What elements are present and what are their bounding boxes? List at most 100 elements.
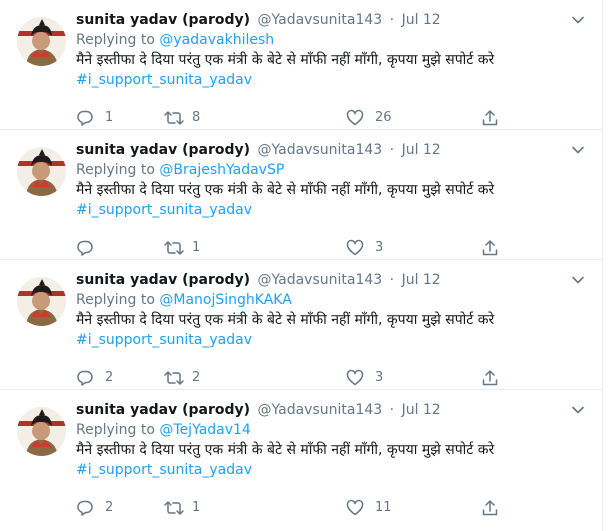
reply-icon [77, 110, 93, 126]
tweet[interactable]: sunita yadav (parody) @Yadavsunita143 · … [0, 260, 602, 390]
tweet[interactable]: sunita yadav (parody) @Yadavsunita143 · … [0, 0, 602, 130]
tweet-header: sunita yadav (parody) @Yadavsunita143 · … [76, 270, 592, 290]
replying-to-label: Replying to [76, 32, 160, 48]
replying-to: Replying to @ManojSinghKAKA [76, 290, 592, 310]
like-count: 26 [375, 110, 392, 125]
retweet-button[interactable]: 1 [163, 498, 243, 518]
retweet-count: 8 [192, 110, 201, 125]
share-button[interactable] [481, 368, 501, 388]
replying-to: Replying to @yadavakhilesh [76, 30, 592, 50]
like-button[interactable]: 26 [346, 108, 406, 128]
chevron-down-icon[interactable] [570, 402, 586, 418]
hashtag-link[interactable]: #i_support_sunita_yadav [76, 70, 592, 90]
user-handle[interactable]: @Yadavsunita143 [258, 12, 383, 28]
replying-to: Replying to @BrajeshYadavSP [76, 160, 592, 180]
retweet-count: 2 [192, 370, 201, 385]
user-handle[interactable]: @Yadavsunita143 [258, 142, 383, 158]
replying-to-user-link[interactable]: @BrajeshYadavSP [159, 162, 284, 178]
avatar[interactable] [17, 17, 66, 66]
reply-icon [77, 240, 93, 256]
avatar[interactable] [17, 277, 66, 326]
tweet-content: sunita yadav (parody) @Yadavsunita143 · … [76, 140, 592, 220]
display-name[interactable]: sunita yadav (parody) [76, 142, 250, 158]
tweet-content: sunita yadav (parody) @Yadavsunita143 · … [76, 270, 592, 350]
reply-count: 2 [105, 500, 114, 515]
retweet-button[interactable]: 8 [163, 108, 243, 128]
tweet-timestamp[interactable]: Jul 12 [402, 272, 441, 288]
like-count: 11 [375, 500, 392, 515]
heart-icon [346, 109, 364, 126]
tweet-feed: sunita yadav (parody) @Yadavsunita143 · … [0, 0, 603, 531]
reply-icon [77, 370, 93, 386]
tweet-text: मैने इस्तीफा दे दिया परंतु एक मंत्री के … [76, 52, 495, 68]
replying-to-label: Replying to [76, 292, 160, 308]
retweet-count: 1 [192, 500, 201, 515]
retweet-icon [164, 501, 184, 515]
tweet[interactable]: sunita yadav (parody) @Yadavsunita143 · … [0, 130, 602, 260]
user-handle[interactable]: @Yadavsunita143 [258, 402, 383, 418]
retweet-button[interactable]: 2 [163, 368, 243, 388]
display-name[interactable]: sunita yadav (parody) [76, 272, 250, 288]
tweet-text: मैने इस्तीफा दे दिया परंतु एक मंत्री के … [76, 182, 495, 198]
reply-button[interactable]: 2 [76, 368, 136, 388]
separator-dot: · [389, 142, 395, 158]
tweet-actions: 2 2 3 [76, 368, 506, 388]
tweet-header: sunita yadav (parody) @Yadavsunita143 · … [76, 400, 592, 420]
like-button[interactable]: 3 [346, 368, 406, 388]
tweet-actions: 1 8 26 [76, 108, 506, 128]
heart-icon [346, 369, 364, 386]
chevron-down-icon[interactable] [570, 12, 586, 28]
tweet-text: मैने इस्तीफा दे दिया परंतु एक मंत्री के … [76, 312, 495, 328]
avatar[interactable] [17, 407, 66, 456]
replying-to-label: Replying to [76, 422, 160, 438]
tweet-header: sunita yadav (parody) @Yadavsunita143 · … [76, 140, 592, 160]
like-count: 3 [375, 370, 384, 385]
share-icon [482, 370, 498, 386]
avatar[interactable] [17, 147, 66, 196]
like-button[interactable]: 3 [346, 238, 406, 258]
hashtag-link[interactable]: #i_support_sunita_yadav [76, 330, 592, 350]
separator-dot: · [389, 402, 395, 418]
retweet-icon [164, 111, 184, 125]
tweet-actions: 1 3 [76, 238, 506, 258]
tweet-header: sunita yadav (parody) @Yadavsunita143 · … [76, 10, 592, 30]
tweet-actions: 2 1 11 [76, 498, 506, 518]
like-count: 3 [375, 240, 384, 255]
like-button[interactable]: 11 [346, 498, 406, 518]
replying-to-user-link[interactable]: @yadavakhilesh [159, 32, 274, 48]
share-button[interactable] [481, 498, 501, 518]
heart-icon [346, 239, 364, 256]
avatar-photo [17, 277, 66, 326]
retweet-icon [164, 371, 184, 385]
user-handle[interactable]: @Yadavsunita143 [258, 272, 383, 288]
tweet-timestamp[interactable]: Jul 12 [402, 12, 441, 28]
reply-count: 1 [105, 110, 114, 125]
chevron-down-icon[interactable] [570, 142, 586, 158]
tweet[interactable]: sunita yadav (parody) @Yadavsunita143 · … [0, 390, 602, 520]
tweet-timestamp[interactable]: Jul 12 [402, 142, 441, 158]
share-button[interactable] [481, 238, 501, 258]
replying-to-user-link[interactable]: @TejYadav14 [159, 422, 250, 438]
avatar-photo [17, 147, 66, 196]
replying-to-user-link[interactable]: @ManojSinghKAKA [159, 292, 291, 308]
reply-button[interactable] [76, 238, 136, 258]
tweet-timestamp[interactable]: Jul 12 [402, 402, 441, 418]
replying-to-label: Replying to [76, 162, 160, 178]
chevron-down-icon[interactable] [570, 272, 586, 288]
retweet-button[interactable]: 1 [163, 238, 243, 258]
replying-to: Replying to @TejYadav14 [76, 420, 592, 440]
reply-count: 2 [105, 370, 114, 385]
share-icon [482, 500, 498, 516]
hashtag-link[interactable]: #i_support_sunita_yadav [76, 460, 592, 480]
display-name[interactable]: sunita yadav (parody) [76, 402, 250, 418]
reply-button[interactable]: 1 [76, 108, 136, 128]
avatar-photo [17, 17, 66, 66]
hashtag-link[interactable]: #i_support_sunita_yadav [76, 200, 592, 220]
tweet-content: sunita yadav (parody) @Yadavsunita143 · … [76, 400, 592, 480]
avatar-photo [17, 407, 66, 456]
tweet-text: मैने इस्तीफा दे दिया परंतु एक मंत्री के … [76, 442, 495, 458]
share-button[interactable] [481, 108, 501, 128]
reply-icon [77, 500, 93, 516]
reply-button[interactable]: 2 [76, 498, 136, 518]
display-name[interactable]: sunita yadav (parody) [76, 12, 250, 28]
